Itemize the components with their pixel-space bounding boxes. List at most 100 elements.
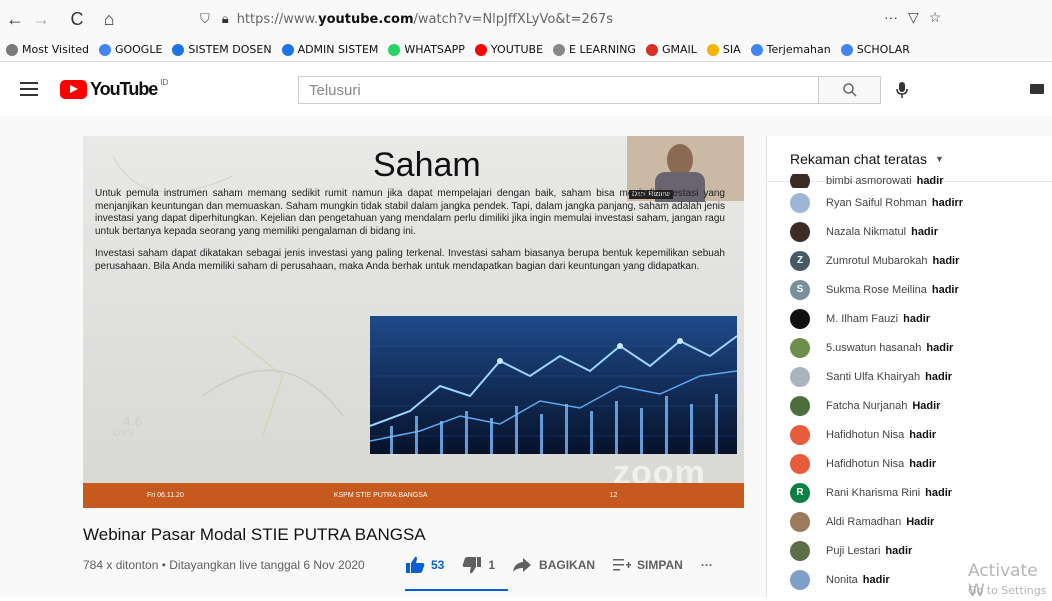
chat-author-name[interactable]: M. Ilham Fauzi	[826, 313, 898, 325]
avatar[interactable]: Z	[790, 250, 810, 271]
chat-author-name[interactable]: bimbi asmorowati	[826, 175, 912, 187]
avatar[interactable]	[790, 308, 810, 329]
chat-author-name[interactable]: Hafidhotun Nisa	[826, 429, 904, 441]
chat-author-name[interactable]: Nazala Nikmatul	[826, 226, 906, 238]
avatar[interactable]	[790, 192, 810, 213]
avatar[interactable]: R	[790, 482, 810, 503]
bookmark-item[interactable]: Terjemahan	[750, 43, 831, 56]
bookmark-favicon-icon	[553, 43, 566, 56]
save-button[interactable]: SIMPAN	[613, 558, 683, 572]
chat-message[interactable]: R Rani Kharisma Rini hadir	[767, 478, 1052, 507]
video-player[interactable]: 4.6 DVS Saham Dani Rizana Untuk pemula i…	[83, 136, 744, 508]
url-prefix: https://www.	[236, 11, 319, 27]
chat-author-name[interactable]: Santi Ulfa Khairyah	[826, 371, 920, 383]
chat-author-name[interactable]: Zumrotul Mubarokah	[826, 255, 928, 267]
chat-message[interactable]: bimbi asmorowati hadir	[767, 174, 1052, 188]
more-actions-button[interactable]: ···	[701, 558, 713, 572]
bookmark-item[interactable]: SIA	[706, 43, 741, 56]
search-icon	[842, 83, 857, 97]
chat-author-name[interactable]: Ryan Saiful Rohman	[826, 197, 927, 209]
bookmarks-bar: Most Visited GOOGLE SISTEM DOSEN ADMIN SIST…	[0, 38, 1052, 62]
bookmark-item[interactable]: E LEARNING	[553, 43, 636, 56]
chat-author-name[interactable]: 5.uswatun hasanah	[826, 342, 921, 354]
chat-message[interactable]: Santi Ulfa Khairyah hadir	[767, 362, 1052, 391]
home-button[interactable]: ⌂	[98, 8, 120, 30]
slide-page-number: 12	[609, 492, 618, 499]
browser-toolbar: ← → C ⌂ ⛉ 🔒︎ https://www. youtube.com/wat…	[0, 0, 1052, 38]
chat-message-text: hadir	[925, 370, 953, 383]
svg-text:DVS: DVS	[113, 428, 134, 439]
chat-message-text: hadir	[909, 457, 937, 470]
forward-button[interactable]: →	[30, 8, 52, 30]
dislike-count: 1	[488, 558, 496, 572]
dislike-button[interactable]: 1	[462, 556, 495, 574]
chat-message[interactable]: Hafidhotun Nisa hadir	[767, 420, 1052, 449]
share-label: BAGIKAN	[539, 558, 596, 572]
reload-button[interactable]: C	[66, 8, 88, 30]
chat-message-text: hadir	[931, 283, 959, 296]
bookmark-item[interactable]: GMAIL	[645, 43, 697, 56]
avatar[interactable]	[790, 395, 810, 416]
chat-author-name[interactable]: Hafidhotun Nisa	[826, 458, 904, 470]
pocket-icon[interactable]: ▽	[908, 9, 919, 26]
chat-message-text: hadir	[909, 428, 937, 441]
bookmark-favicon-icon	[474, 43, 487, 56]
create-video-icon[interactable]	[1030, 84, 1044, 94]
bookmark-item[interactable]: GOOGLE	[98, 43, 163, 56]
page-actions-menu-icon[interactable]: ···	[884, 9, 898, 26]
avatar[interactable]	[790, 424, 810, 445]
chat-message[interactable]: S Sukma Rose Meilina hadir	[767, 275, 1052, 304]
slide-date: Fri 06.11.20	[147, 492, 184, 499]
like-count: 53	[431, 558, 445, 572]
avatar[interactable]	[790, 511, 810, 532]
bookmark-item[interactable]: WHATSAPP	[388, 43, 465, 56]
chat-author-name[interactable]: Sukma Rose Meilina	[826, 284, 927, 296]
bookmark-favicon-icon	[645, 43, 658, 56]
bookmark-item[interactable]: SCHOLAR	[840, 43, 910, 56]
chat-message[interactable]: 5.uswatun hasanah hadir	[767, 333, 1052, 362]
back-button[interactable]: ←	[4, 8, 26, 30]
chat-message[interactable]: Ryan Saiful Rohman hadirr	[767, 188, 1052, 217]
share-button[interactable]: BAGIKAN	[513, 558, 595, 572]
youtube-logo[interactable]: YouTube ID	[60, 78, 168, 100]
chat-message[interactable]: Z Zumrotul Mubarokah hadir	[767, 246, 1052, 275]
avatar[interactable]	[790, 453, 810, 474]
bookmark-label: Most Visited	[22, 43, 89, 56]
avatar[interactable]	[790, 540, 810, 561]
like-button[interactable]: 53	[405, 556, 444, 574]
menu-icon[interactable]	[20, 82, 38, 96]
chat-message[interactable]: M. Ilham Fauzi hadir	[767, 304, 1052, 333]
search-input[interactable]: Telusuri	[298, 76, 819, 104]
microphone-icon[interactable]	[895, 81, 909, 104]
chat-message[interactable]: Fatcha Nurjanah Hadir	[767, 391, 1052, 420]
lock-icon[interactable]: 🔒︎	[222, 12, 229, 27]
chat-author-name[interactable]: Aldi Ramadhan	[826, 516, 901, 528]
chat-message-text: hadir	[862, 573, 890, 586]
avatar[interactable]	[790, 174, 810, 188]
chat-message-text: Hadir	[906, 515, 935, 528]
chat-message[interactable]: Aldi Ramadhan Hadir	[767, 507, 1052, 536]
avatar[interactable]	[790, 221, 810, 242]
address-bar[interactable]: ⛉ 🔒︎ https://www. youtube.com/watch?v=Nlp…	[200, 6, 960, 32]
chat-author-name[interactable]: Rani Kharisma Rini	[826, 487, 920, 499]
bookmark-star-icon[interactable]: ☆	[929, 9, 942, 26]
bookmark-item[interactable]: YOUTUBE	[474, 43, 543, 56]
chat-author-name[interactable]: Puji Lestari	[826, 545, 880, 557]
avatar[interactable]	[790, 337, 810, 358]
chat-author-name[interactable]: Fatcha Nurjanah	[826, 400, 907, 412]
search-button[interactable]	[819, 76, 881, 104]
url-domain: youtube.com	[318, 11, 414, 27]
bookmark-item[interactable]: SISTEM DOSEN	[172, 43, 272, 56]
bookmark-label: GOOGLE	[114, 43, 163, 56]
avatar[interactable]: S	[790, 279, 810, 300]
avatar[interactable]	[790, 569, 810, 590]
bookmark-item[interactable]: Most Visited	[6, 43, 89, 56]
dropdown-caret-icon[interactable]: ▼	[935, 154, 944, 164]
chat-author-name[interactable]: Nonita	[826, 574, 858, 586]
avatar[interactable]	[790, 366, 810, 387]
chat-message[interactable]: Nazala Nikmatul hadir	[767, 217, 1052, 246]
chat-message[interactable]: Hafidhotun Nisa hadir	[767, 449, 1052, 478]
bookmark-item[interactable]: ADMIN SISTEM	[281, 43, 378, 56]
chat-mode-label[interactable]: Rekaman chat teratas	[790, 151, 927, 167]
shield-icon[interactable]: ⛉	[200, 12, 210, 27]
